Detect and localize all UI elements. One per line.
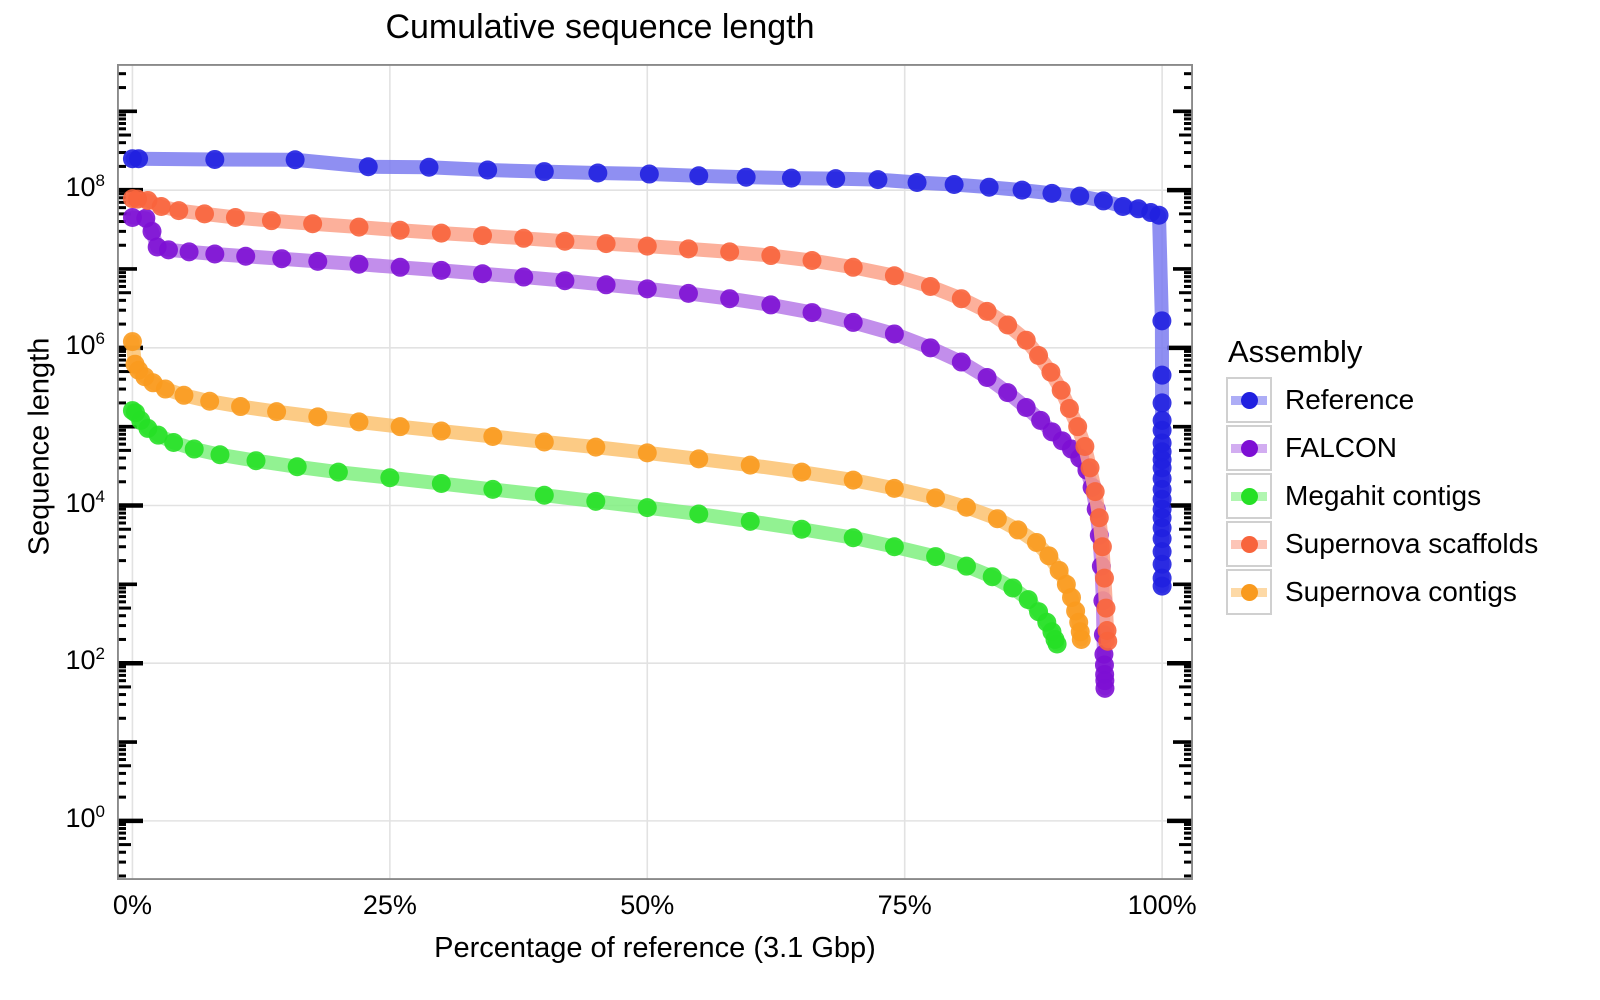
- y-tick-label: 104: [65, 486, 105, 518]
- chart-root: Cumulative sequence length Percentage of…: [0, 0, 1600, 1000]
- legend-item-label: FALCON: [1285, 432, 1398, 463]
- legend-item-label: Reference: [1285, 384, 1415, 415]
- y-tick-label: 106: [65, 328, 105, 360]
- plot-svg: [117, 64, 1193, 880]
- legend-item-label: Supernova scaffolds: [1285, 528, 1539, 559]
- legend-dot-swatch: [1240, 439, 1258, 457]
- legend-key-icon: [1226, 377, 1272, 423]
- plot-panel: [117, 64, 1193, 880]
- x-tick-label: 75%: [877, 890, 932, 920]
- legend-item-label: Supernova contigs: [1285, 576, 1517, 607]
- legend-dot-swatch: [1240, 535, 1258, 553]
- y-tick-label: 100: [65, 801, 105, 833]
- page-title: Cumulative sequence length: [385, 8, 815, 46]
- legend-key-icon: [1226, 473, 1272, 519]
- legend-title: Assembly: [1228, 334, 1363, 369]
- x-tick-label: 50%: [620, 890, 675, 920]
- x-tick-label: 0%: [112, 890, 152, 920]
- y-axis-title: Sequence length: [23, 337, 56, 556]
- x-tick-label: 25%: [362, 890, 417, 920]
- legend-item-supernova-contigs[interactable]: Supernova contigs: [1226, 568, 1566, 616]
- x-axis-title: Percentage of reference (3.1 Gbp): [434, 932, 876, 964]
- legend: Assembly Reference FALCON Megahit contigs S…: [1226, 334, 1566, 616]
- legend-item-reference[interactable]: Reference: [1226, 376, 1566, 424]
- legend-rows: Reference FALCON Megahit contigs Supernova …: [1226, 376, 1566, 616]
- legend-dot-swatch: [1240, 487, 1258, 505]
- y-tick-label: 102: [65, 644, 105, 676]
- x-tick-label: 100%: [1127, 890, 1197, 920]
- legend-dot-swatch: [1240, 391, 1258, 409]
- legend-key-icon: [1226, 425, 1272, 471]
- legend-dot-swatch: [1240, 583, 1258, 601]
- legend-item-megahit-contigs[interactable]: Megahit contigs: [1226, 472, 1566, 520]
- legend-item-supernova-scaffolds[interactable]: Supernova scaffolds: [1226, 520, 1566, 568]
- legend-item-falcon[interactable]: FALCON: [1226, 424, 1566, 472]
- legend-item-label: Megahit contigs: [1285, 480, 1482, 511]
- legend-key-icon: [1226, 569, 1272, 615]
- legend-key-icon: [1226, 521, 1272, 567]
- y-tick-label: 108: [65, 171, 105, 203]
